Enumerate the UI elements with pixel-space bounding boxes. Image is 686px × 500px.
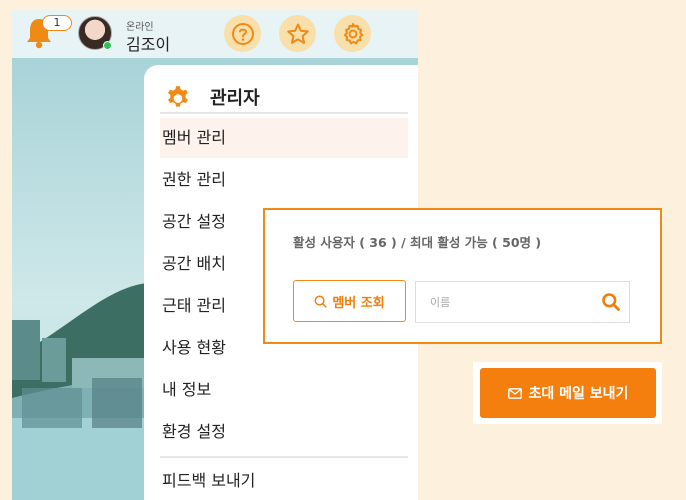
settings-button[interactable] (334, 15, 371, 52)
invite-button-container: 초대 메일 보내기 (473, 362, 662, 424)
menu-divider (160, 456, 408, 458)
mail-icon (507, 387, 522, 399)
star-icon (286, 23, 309, 44)
gear-icon (168, 86, 188, 107)
favorite-button[interactable] (279, 15, 316, 52)
menu-item-permission-management[interactable]: 권한 관리 (160, 160, 408, 200)
name-search-field (415, 281, 630, 323)
gear-icon (343, 22, 363, 44)
admin-menu-header: 관리자 (164, 83, 260, 111)
member-search-button[interactable]: 멤버 조회 (293, 280, 406, 322)
user-name: 김조이 (126, 35, 171, 54)
search-icon[interactable] (601, 292, 621, 312)
help-icon (231, 22, 254, 45)
name-input[interactable] (416, 282, 586, 322)
member-search-button-label: 멤버 조회 (332, 295, 385, 311)
help-button[interactable] (224, 15, 261, 52)
online-status-dot (103, 41, 112, 50)
notification-badge: 1 (42, 15, 72, 31)
menu-item-preferences[interactable]: 환경 설정 (160, 412, 408, 452)
send-invite-email-label: 초대 메일 보내기 (528, 386, 629, 402)
search-icon (314, 295, 327, 308)
menu-divider (160, 112, 408, 114)
top-bar: 1 온라인 김조이 (12, 10, 418, 58)
menu-item-member-management[interactable]: 멤버 관리 (160, 118, 408, 158)
active-user-count: 활성 사용자 ( 36 ) / 최대 활성 가능 ( 50명 ) (293, 235, 542, 250)
member-search-panel: 활성 사용자 ( 36 ) / 최대 활성 가능 ( 50명 ) 멤버 조회 (263, 208, 662, 344)
menu-item-my-info[interactable]: 내 정보 (160, 370, 408, 410)
send-invite-email-button[interactable]: 초대 메일 보내기 (480, 368, 656, 418)
menu-item-send-feedback[interactable]: 피드백 보내기 (160, 461, 408, 500)
admin-menu-title: 관리자 (210, 88, 260, 109)
